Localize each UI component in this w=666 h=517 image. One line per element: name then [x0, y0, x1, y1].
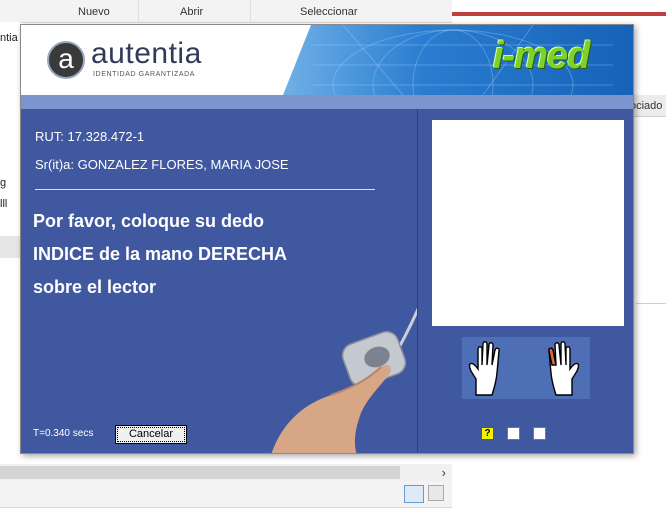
- right-panel: ?: [417, 109, 633, 453]
- imed-logo: i-med: [493, 35, 590, 77]
- autentia-logo-icon: a: [47, 41, 85, 79]
- dialog-banner: a autentia IDENTIDAD GARANTIZADA i-med: [21, 25, 633, 95]
- header-strip: [21, 95, 633, 109]
- left-fragment-2: g: [0, 177, 7, 189]
- fingerprint-preview: [432, 120, 624, 326]
- patient-name-label: Sr(it)a: GONZALEZ FLORES, MARIA JOSE: [35, 157, 289, 172]
- background-selected-row: [0, 236, 20, 258]
- background-status-bar: [0, 481, 452, 507]
- background-accent-bar: [452, 12, 666, 16]
- status-boxes: ?: [481, 427, 581, 443]
- autentia-tagline: IDENTIDAD GARANTIZADA: [93, 71, 196, 78]
- toolbar-seleccionar[interactable]: Seleccionar: [300, 6, 357, 18]
- separator: [35, 189, 375, 190]
- background-toolbar: Nuevo Abrir Seleccionar: [0, 0, 452, 23]
- cancel-button[interactable]: Cancelar: [115, 425, 187, 444]
- scroll-right-icon[interactable]: ›: [442, 464, 446, 481]
- instruction-line-1: Por favor, coloque su dedo: [33, 211, 265, 231]
- scrollbar-thumb[interactable]: [0, 466, 400, 479]
- toolbar-abrir[interactable]: Abrir: [180, 6, 203, 18]
- left-fragment-1: ntia: [0, 32, 18, 44]
- toolbar-nuevo[interactable]: Nuevo: [78, 6, 110, 18]
- instruction-text: Por favor, coloque su dedo INDICE de la …: [33, 205, 287, 304]
- status-box-pending: ?: [481, 427, 494, 440]
- left-fragment-3: lll: [0, 198, 8, 210]
- details-view-icon[interactable]: [404, 485, 424, 503]
- background-divider: [636, 303, 666, 304]
- status-box-2: [507, 427, 520, 440]
- instruction-line-2: INDICE de la mano DERECHA: [33, 244, 288, 264]
- fingerprint-reader-icon: [271, 306, 421, 453]
- fingerprint-dialog: a autentia IDENTIDAD GARANTIZADA i-med R…: [20, 24, 634, 454]
- preview-view-icon[interactable]: [428, 485, 444, 501]
- status-box-3: [533, 427, 546, 440]
- instruction-line-3: sobre el lector: [33, 277, 157, 297]
- timer-label: T=0.340 secs: [33, 428, 94, 439]
- rut-label: RUT: 17.328.472-1: [35, 129, 145, 144]
- hands-icon: [462, 337, 590, 399]
- autentia-wordmark: autentia: [91, 37, 202, 70]
- horizontal-scrollbar[interactable]: ›: [0, 464, 452, 481]
